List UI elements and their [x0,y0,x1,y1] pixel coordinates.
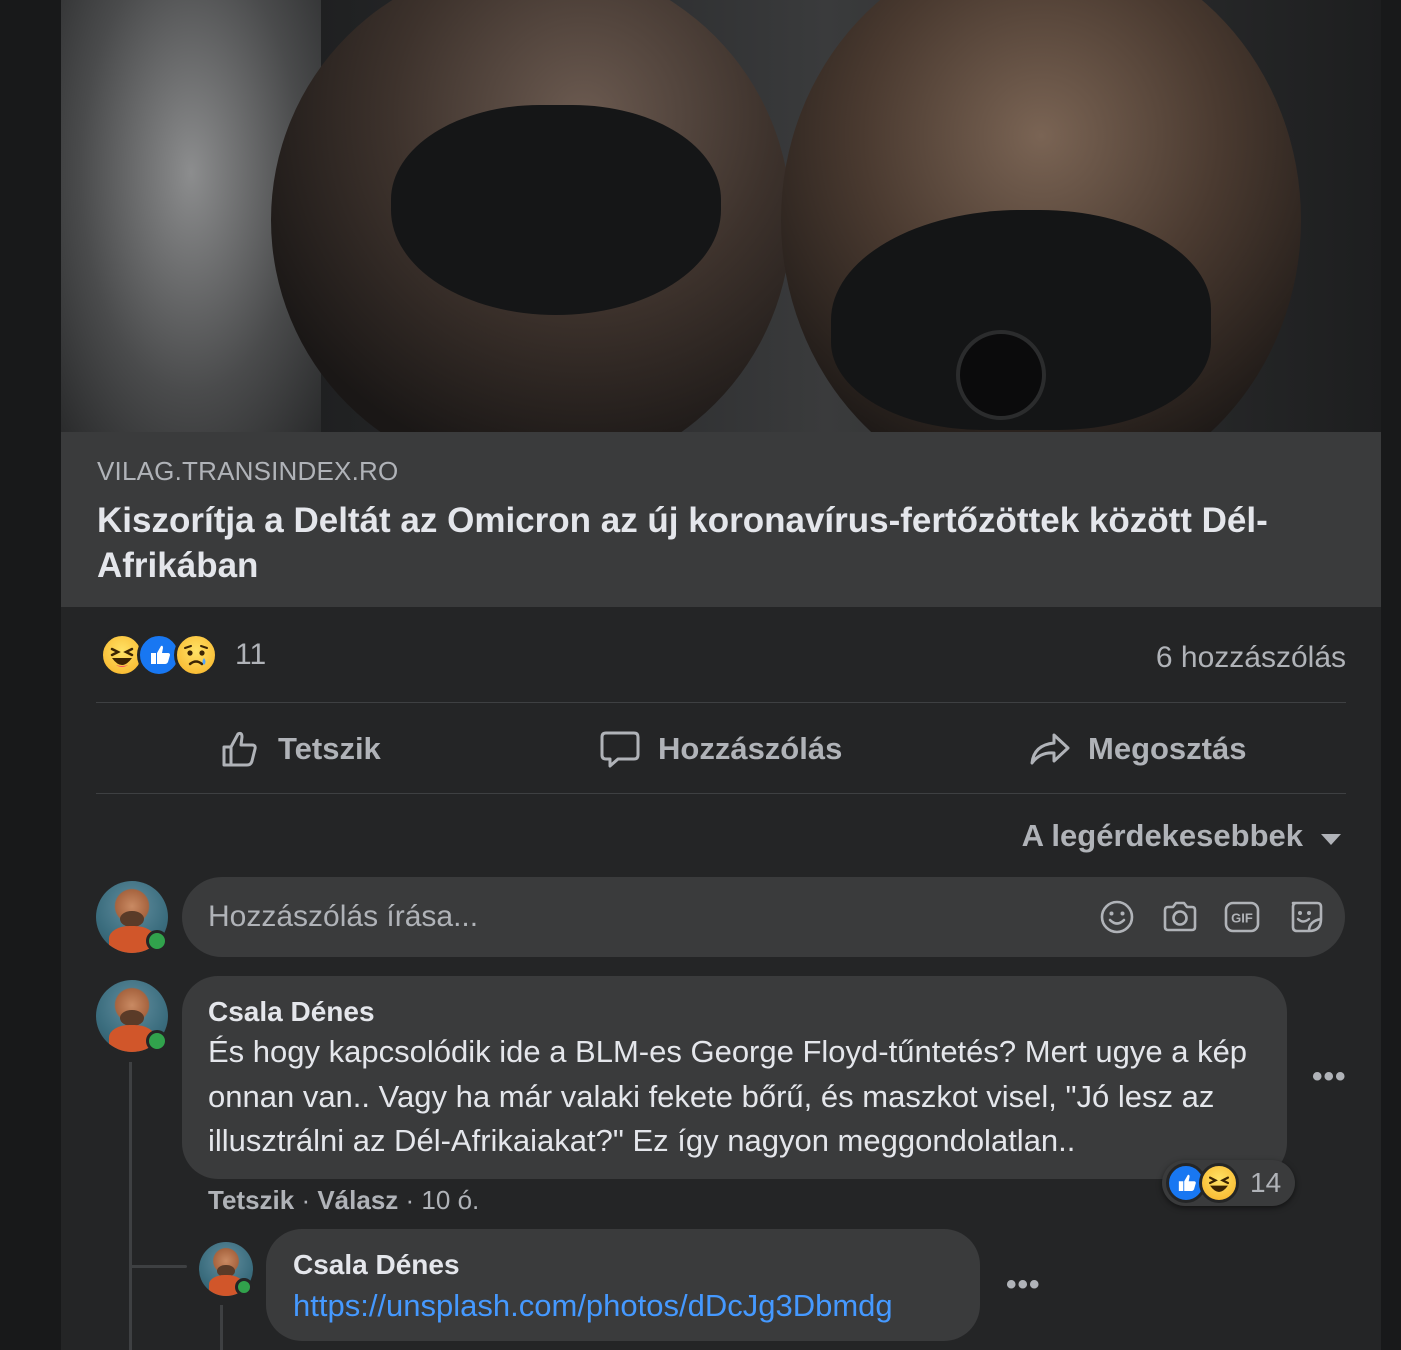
camera-icon[interactable] [1160,897,1200,937]
link-preview-box[interactable]: VILAG.TRANSINDEX.RO Kiszorítja a Deltát … [61,432,1381,607]
comment-count-link[interactable]: 6 hozzászólás [1156,641,1346,675]
share-arrow-icon [1030,733,1070,765]
reply-author-name[interactable]: Csala Dénes [293,1249,460,1281]
comment-reply-link[interactable]: Válasz [317,1185,398,1215]
comment-button-label: Hozzászólás [658,731,843,766]
comment-input[interactable] [208,877,1068,957]
comment-sort-dropdown[interactable]: A legérdekesebbek [1022,818,1341,854]
gif-icon[interactable]: GIF [1222,897,1262,937]
comment-reaction-count: 14 [1250,1167,1282,1198]
haha-reaction-icon [1199,1163,1239,1203]
comment-composer: GIF [182,877,1345,957]
reply-bubble: Csala Dénes https://unsplash.com/photos/… [266,1229,980,1341]
comment-text: És hogy kapcsolódik ide a BLM-es George … [208,1034,1248,1158]
comment-reaction-summary[interactable]: 14 [1162,1160,1296,1206]
sticker-icon[interactable] [1285,897,1325,937]
link-preview-image[interactable] [61,0,1381,432]
reply-link[interactable]: https://unsplash.com/photos/dDcJg3Dbmdg [293,1288,893,1324]
reaction-summary[interactable]: 11 [100,633,266,677]
comment-meta-row: Tetszik · Válasz · 10 ó. [208,1185,480,1215]
reaction-stats-row: 11 6 hozzászólás [96,607,1346,703]
online-status-dot [235,1278,253,1296]
like-button-label: Tetszik [278,731,381,766]
thread-line [129,1062,132,1350]
comment-like-link[interactable]: Tetszik [208,1185,294,1215]
link-title[interactable]: Kiszorítja a Deltát az Omicron az új kor… [97,498,1347,588]
share-button-label: Megosztás [1088,731,1247,766]
comment-bubble: Csala Dénes És hogy kapcsolódik ide a BL… [182,976,1287,1179]
svg-text:GIF: GIF [1231,911,1253,926]
comment-bubble-icon [600,731,640,768]
comment-options-button[interactable]: ••• [1312,1060,1347,1094]
comment-timestamp[interactable]: 10 ó. [421,1185,479,1215]
comment-sort-label: A legérdekesebbek [1021,818,1303,853]
online-status-dot [146,930,168,952]
thread-branch-line [129,1265,187,1268]
thumbs-up-icon [222,731,257,767]
emoji-icon[interactable] [1097,897,1137,937]
reaction-count: 11 [235,638,267,671]
sad-reaction-icon [174,633,218,677]
post-action-bar: Tetszik Hozzászólás Megosztás [96,704,1346,794]
caret-down-icon [1321,833,1341,845]
reply-options-button[interactable]: ••• [1006,1268,1041,1302]
comment-button[interactable]: Hozzászólás [598,704,842,794]
like-button[interactable]: Tetszik [218,704,381,794]
share-button[interactable]: Megosztás [1028,704,1246,794]
online-status-dot [146,1030,168,1052]
thread-line [220,1305,223,1350]
link-domain: VILAG.TRANSINDEX.RO [97,456,399,486]
comment-author-name[interactable]: Csala Dénes [208,996,375,1028]
